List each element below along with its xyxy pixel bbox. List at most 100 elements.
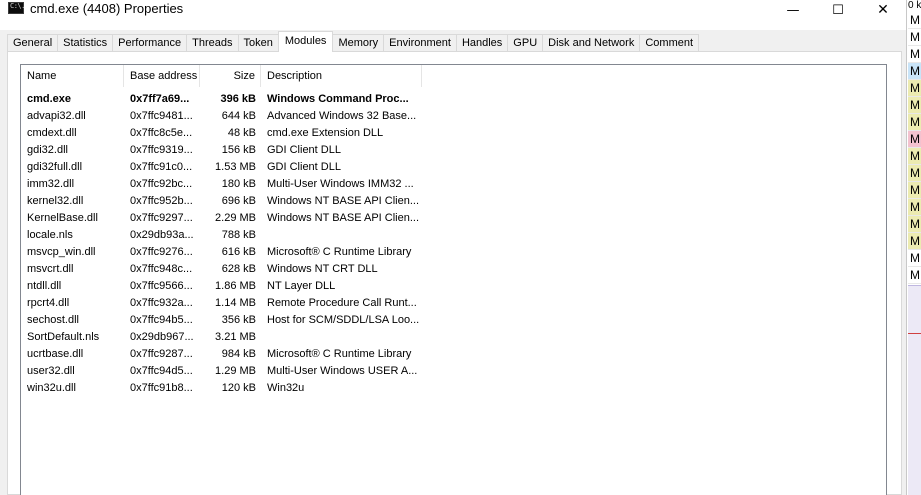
- table-row[interactable]: gdi32.dll 0x7ffc9319... 156 kB GDI Client D…: [21, 142, 422, 159]
- background-list-row: M: [908, 148, 921, 165]
- window-title: cmd.exe (4408) Properties: [30, 1, 184, 16]
- background-list-row: M: [908, 182, 921, 199]
- table-row[interactable]: KernelBase.dll 0x7ffc9297... 2.29 MB Window…: [21, 210, 422, 227]
- column-header-name[interactable]: Name: [21, 65, 124, 87]
- module-name: cmd.exe: [27, 93, 72, 105]
- module-base-address: 0x7ffc9319...: [130, 144, 193, 156]
- modules-list[interactable]: Name Base address Size Description cmd.e…: [20, 64, 887, 495]
- module-size: 696 kB: [221, 195, 256, 207]
- module-base-address: 0x7ff7a69...: [130, 93, 190, 105]
- tab-token[interactable]: Token: [237, 34, 279, 52]
- module-size: 156 kB: [221, 144, 256, 156]
- modules-panel: Name Base address Size Description cmd.e…: [7, 51, 902, 495]
- title-bar[interactable]: C:\. cmd.exe (4408) Properties — ☐ ✕: [0, 0, 906, 30]
- background-list-row: M: [908, 29, 921, 46]
- module-base-address: 0x7ffc9481...: [130, 110, 193, 122]
- tab-statistics[interactable]: Statistics: [57, 34, 114, 52]
- cmd-app-icon: C:\.: [8, 2, 25, 14]
- module-name: msvcrt.dll: [27, 263, 74, 275]
- module-name: user32.dll: [27, 365, 75, 377]
- table-row[interactable]: kernel32.dll 0x7ffc952b... 696 kB Windows N…: [21, 193, 422, 210]
- module-size: 644 kB: [221, 110, 256, 122]
- module-description: Advanced Windows 32 Base...: [267, 110, 417, 122]
- close-button[interactable]: ✕: [860, 0, 906, 20]
- module-description: GDI Client DLL: [267, 161, 341, 173]
- tab-threads[interactable]: Threads: [186, 34, 239, 52]
- background-list-row: M: [908, 131, 921, 148]
- background-list-row: M: [908, 233, 921, 250]
- module-description: Windows NT CRT DLL: [267, 263, 378, 275]
- module-description: [261, 227, 422, 244]
- column-header-size[interactable]: Size: [200, 65, 261, 87]
- module-base-address: 0x7ffc9297...: [130, 212, 193, 224]
- table-row[interactable]: locale.nls 0x29db93a... 788 kB: [21, 227, 422, 244]
- module-description: Windows NT BASE API Clien...: [267, 212, 420, 224]
- module-size: 1.29 MB: [215, 365, 256, 377]
- tab-performance[interactable]: Performance: [112, 34, 188, 52]
- background-list-row: M: [908, 63, 921, 80]
- module-name: kernel32.dll: [27, 195, 84, 207]
- module-base-address: 0x7ffc952b...: [130, 195, 193, 207]
- minimize-button[interactable]: —: [770, 0, 816, 20]
- tab-modules[interactable]: Modules: [277, 31, 334, 52]
- table-row[interactable]: cmdext.dll 0x7ffc8c5e... 48 kB cmd.exe Exte…: [21, 125, 422, 142]
- module-name: ucrtbase.dll: [27, 348, 84, 360]
- tab-environment[interactable]: Environment: [383, 34, 457, 52]
- module-name: imm32.dll: [27, 178, 75, 190]
- table-row[interactable]: cmd.exe 0x7ff7a69... 396 kB Windows Command…: [21, 91, 422, 108]
- table-row[interactable]: ntdll.dll 0x7ffc9566... 1.86 MB NT Layer DL…: [21, 278, 422, 295]
- table-row[interactable]: user32.dll 0x7ffc94d5... 1.29 MB Multi-User…: [21, 363, 422, 380]
- properties-dialog: General Statistics Performance Threads Token…: [0, 30, 906, 495]
- table-row[interactable]: msvcrt.dll 0x7ffc948c... 628 kB Windows NT …: [21, 261, 422, 278]
- module-description: cmd.exe Extension DLL: [267, 127, 384, 139]
- tab-handles[interactable]: Handles: [455, 34, 509, 52]
- module-description: GDI Client DLL: [267, 144, 341, 156]
- module-base-address: 0x7ffc92bc...: [130, 178, 193, 190]
- table-row[interactable]: ucrtbase.dll 0x7ffc9287... 984 kB Microsoft…: [21, 346, 422, 363]
- table-row[interactable]: advapi32.dll 0x7ffc9481... 644 kB Advanced …: [21, 108, 422, 125]
- module-size: 616 kB: [221, 246, 256, 258]
- module-size: 788 kB: [221, 229, 256, 241]
- module-description: Host for SCM/SDDL/LSA Loo...: [267, 314, 420, 326]
- module-name: cmdext.dll: [27, 127, 77, 139]
- table-row[interactable]: sechost.dll 0x7ffc94b5... 356 kB Host for S…: [21, 312, 422, 329]
- background-list-row: M: [908, 80, 921, 97]
- column-header-base-address[interactable]: Base address: [124, 65, 200, 87]
- module-size: 120 kB: [221, 382, 256, 394]
- module-size: 1.53 MB: [215, 161, 256, 173]
- module-base-address: 0x29db93a...: [130, 229, 194, 241]
- module-description: Windows NT BASE API Clien...: [267, 195, 420, 207]
- module-name: gdi32.dll: [27, 144, 68, 156]
- background-window-edge[interactable]: 0 k MMMMMMMMMMMMMMMM: [906, 0, 921, 495]
- module-size: 48 kB: [227, 127, 256, 139]
- table-row[interactable]: win32u.dll 0x7ffc91b8... 120 kB Win32u: [21, 380, 422, 397]
- tab-memory[interactable]: Memory: [332, 34, 385, 52]
- table-row[interactable]: rpcrt4.dll 0x7ffc932a... 1.14 MB Remote Pro…: [21, 295, 422, 312]
- module-base-address: 0x7ffc91b8...: [130, 382, 193, 394]
- tab-comment[interactable]: Comment: [639, 34, 700, 52]
- maximize-button[interactable]: ☐: [815, 0, 861, 20]
- module-name: locale.nls: [27, 229, 73, 241]
- table-row[interactable]: gdi32full.dll 0x7ffc91c0... 1.53 MB GDI Cli…: [21, 159, 422, 176]
- table-row[interactable]: msvcp_win.dll 0x7ffc9276... 616 kB Microsof…: [21, 244, 422, 261]
- module-base-address: 0x7ffc8c5e...: [130, 127, 193, 139]
- module-base-address: 0x7ffc94d5...: [130, 365, 193, 377]
- tab-disk-and-network[interactable]: Disk and Network: [542, 34, 641, 52]
- tab-gpu[interactable]: GPU: [507, 34, 544, 52]
- graph-line: [908, 333, 921, 334]
- list-header: Name Base address Size Description: [21, 65, 422, 87]
- column-header-description[interactable]: Description: [261, 65, 422, 87]
- tab-general[interactable]: General: [7, 34, 59, 52]
- background-list-row: M: [908, 97, 921, 114]
- module-size: 984 kB: [221, 348, 256, 360]
- module-base-address: 0x7ffc9287...: [130, 348, 193, 360]
- module-description: [261, 329, 422, 346]
- module-base-address: 0x7ffc91c0...: [130, 161, 193, 173]
- background-list-row: M: [908, 250, 921, 267]
- module-size: 356 kB: [221, 314, 256, 326]
- module-base-address: 0x7ffc932a...: [130, 297, 193, 309]
- table-row[interactable]: imm32.dll 0x7ffc92bc... 180 kB Multi-User W…: [21, 176, 422, 193]
- table-row[interactable]: SortDefault.nls 0x29db967... 3.21 MB: [21, 329, 422, 346]
- module-size: 3.21 MB: [215, 331, 256, 343]
- module-description: Multi-User Windows IMM32 ...: [267, 178, 414, 190]
